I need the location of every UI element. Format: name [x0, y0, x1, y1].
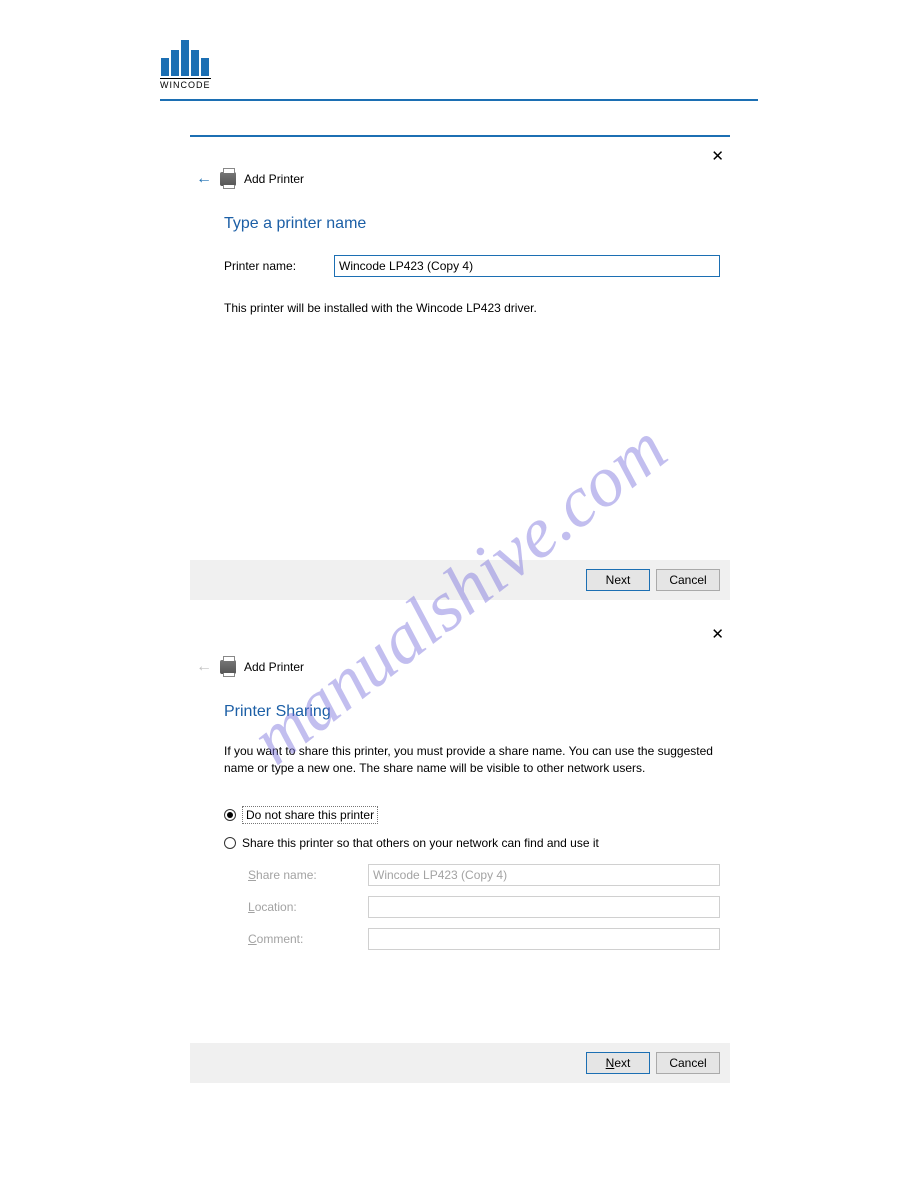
dialog-content: Printer Sharing If you want to share thi…: [190, 675, 730, 950]
radio-label: Share this printer so that others on you…: [242, 836, 599, 850]
section-heading: Printer Sharing: [224, 703, 720, 721]
close-icon[interactable]: ✕: [711, 149, 724, 164]
add-printer-dialog-sharing: ✕ ← Add Printer Printer Sharing If you w…: [190, 625, 730, 1083]
install-info-text: This printer will be installed with the …: [224, 301, 720, 315]
dialog-titlebar: ← Add Printer: [190, 655, 730, 675]
radio-label: Do not share this printer: [242, 806, 378, 824]
printer-name-input[interactable]: [334, 255, 720, 277]
brand-name: WINCODE: [160, 78, 211, 90]
cancel-button[interactable]: Cancel: [656, 569, 720, 591]
brand-logo: WINCODE: [160, 40, 211, 90]
radio-share-printer[interactable]: Share this printer so that others on you…: [224, 836, 720, 850]
dialog-content: Type a printer name Printer name: This p…: [190, 187, 730, 315]
next-button[interactable]: Next: [586, 569, 650, 591]
radio-icon: [224, 809, 236, 821]
comment-label: Comment:: [248, 932, 368, 946]
dialog-button-bar: Next Cancel: [190, 1043, 730, 1083]
brand-logo-graphic: [160, 40, 211, 76]
dialog-title: Add Printer: [244, 660, 304, 674]
radio-do-not-share[interactable]: Do not share this printer: [224, 806, 720, 824]
dialog-top-rule: [190, 135, 730, 137]
header-divider: [160, 99, 758, 101]
printer-icon: [220, 660, 236, 674]
radio-icon: [224, 837, 236, 849]
location-label: Location:: [248, 900, 368, 914]
dialog-title: Add Printer: [244, 172, 304, 186]
section-heading: Type a printer name: [224, 215, 720, 233]
share-name-input: [368, 864, 720, 886]
dialog-button-bar: Next Cancel: [190, 560, 730, 600]
location-input: [368, 896, 720, 918]
cancel-button[interactable]: Cancel: [656, 1052, 720, 1074]
page-header: WINCODE: [160, 40, 758, 101]
back-arrow-icon[interactable]: ←: [196, 659, 212, 675]
add-printer-dialog-name: ✕ ← Add Printer Type a printer name Prin…: [190, 135, 730, 600]
sharing-description: If you want to share this printer, you m…: [224, 743, 720, 778]
comment-input: [368, 928, 720, 950]
share-fields-group: Share name: Location: Comment:: [248, 864, 720, 950]
dialog-titlebar: ← Add Printer: [190, 167, 730, 187]
back-arrow-icon[interactable]: ←: [196, 171, 212, 187]
next-button[interactable]: Next: [586, 1052, 650, 1074]
printer-icon: [220, 172, 236, 186]
close-icon[interactable]: ✕: [711, 627, 724, 642]
printer-name-label: Printer name:: [224, 259, 334, 273]
share-name-label: Share name:: [248, 868, 368, 882]
